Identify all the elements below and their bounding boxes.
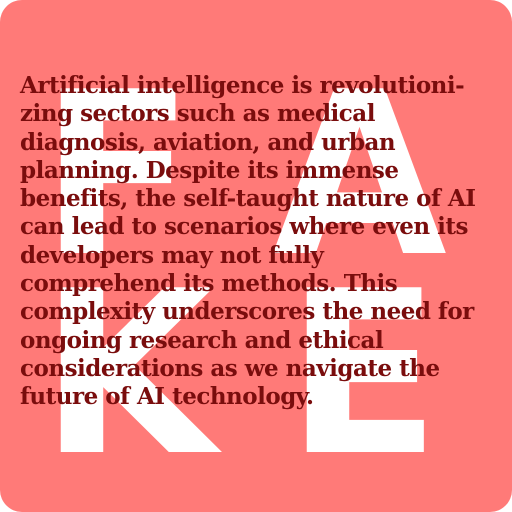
fake-card: F A K E Artificial intelligence is revol… bbox=[0, 0, 512, 512]
paragraph-line: complexity underscores the need for bbox=[20, 298, 474, 326]
paragraph-line: zing sectors such as medical bbox=[20, 100, 375, 128]
paragraph-line: diagnosis, aviation, and urban bbox=[20, 128, 396, 156]
paragraph-line: developers may not fully bbox=[20, 241, 324, 269]
paragraph-line: benefits, the self-taught nature of AI bbox=[20, 185, 476, 213]
paragraph-line: considerations as we navigate the bbox=[20, 354, 440, 382]
paragraph-line: Artificial intelligence is revolutioni- bbox=[20, 72, 465, 99]
paragraph-line: future of AI technology. bbox=[20, 383, 314, 411]
paragraph-line: ongoing research and ethical bbox=[20, 326, 384, 354]
paragraph-line: planning. Despite its immense bbox=[20, 156, 399, 184]
body-paragraph: Artificial intelligence is revolutioni- … bbox=[20, 72, 494, 412]
paragraph-line: can lead to scenarios where even its bbox=[20, 213, 468, 241]
paragraph-line: comprehend its methods. This bbox=[20, 270, 398, 298]
